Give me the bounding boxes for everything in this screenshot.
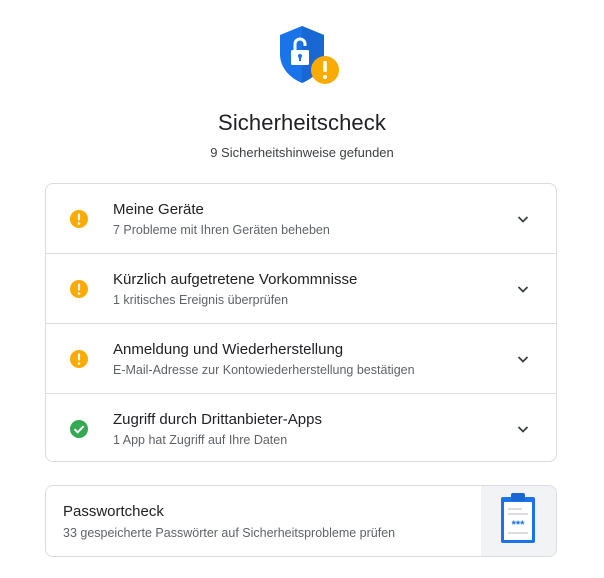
issue-title: Meine Geräte <box>113 201 204 218</box>
password-check-card[interactable]: Passwortcheck 33 gespeicherte Passwörter… <box>45 485 557 557</box>
shield-lock-warning-icon <box>280 26 339 84</box>
clipboard-password-icon: *** <box>481 486 556 556</box>
chevron-down-icon[interactable] <box>515 351 531 367</box>
warning-icon <box>70 350 88 368</box>
issue-row-devices[interactable]: Meine Geräte 7 Probleme mit Ihren Geräte… <box>46 184 556 254</box>
issue-title: Zugriff durch Drittanbieter-Apps <box>113 411 322 428</box>
issue-row-sign-in-recovery[interactable]: Anmeldung und Wiederherstellung E-Mail-A… <box>46 324 556 394</box>
page-subtitle: 9 Sicherheitshinweise gefunden <box>210 145 394 160</box>
password-check-title: Passwortcheck <box>63 503 164 520</box>
password-mask-text: *** <box>512 519 526 531</box>
chevron-down-icon[interactable] <box>515 421 531 437</box>
issue-description: 1 kritisches Ereignis überprüfen <box>113 293 289 307</box>
issue-description: 1 App hat Zugriff auf Ihre Daten <box>113 433 288 447</box>
issue-title: Anmeldung und Wiederherstellung <box>113 341 344 358</box>
page-title: Sicherheitscheck <box>218 110 386 135</box>
issue-title: Kürzlich aufgetretene Vorkommnisse <box>113 271 358 288</box>
check-circle-icon <box>70 420 88 438</box>
issue-description: 7 Probleme mit Ihren Geräten beheben <box>113 223 330 237</box>
warning-icon <box>70 280 88 298</box>
issue-row-third-party-apps[interactable]: Zugriff durch Drittanbieter-Apps 1 App h… <box>46 394 556 461</box>
issue-row-recent-events[interactable]: Kürzlich aufgetretene Vorkommnisse 1 kri… <box>46 254 556 324</box>
password-check-description: 33 gespeicherte Passwörter auf Sicherhei… <box>63 526 396 540</box>
security-issues-card: Meine Geräte 7 Probleme mit Ihren Geräte… <box>45 183 557 462</box>
chevron-down-icon[interactable] <box>515 211 531 227</box>
warning-icon <box>70 210 88 228</box>
chevron-down-icon[interactable] <box>515 281 531 297</box>
issue-description: E-Mail-Adresse zur Kontowiederherstellun… <box>113 363 415 377</box>
